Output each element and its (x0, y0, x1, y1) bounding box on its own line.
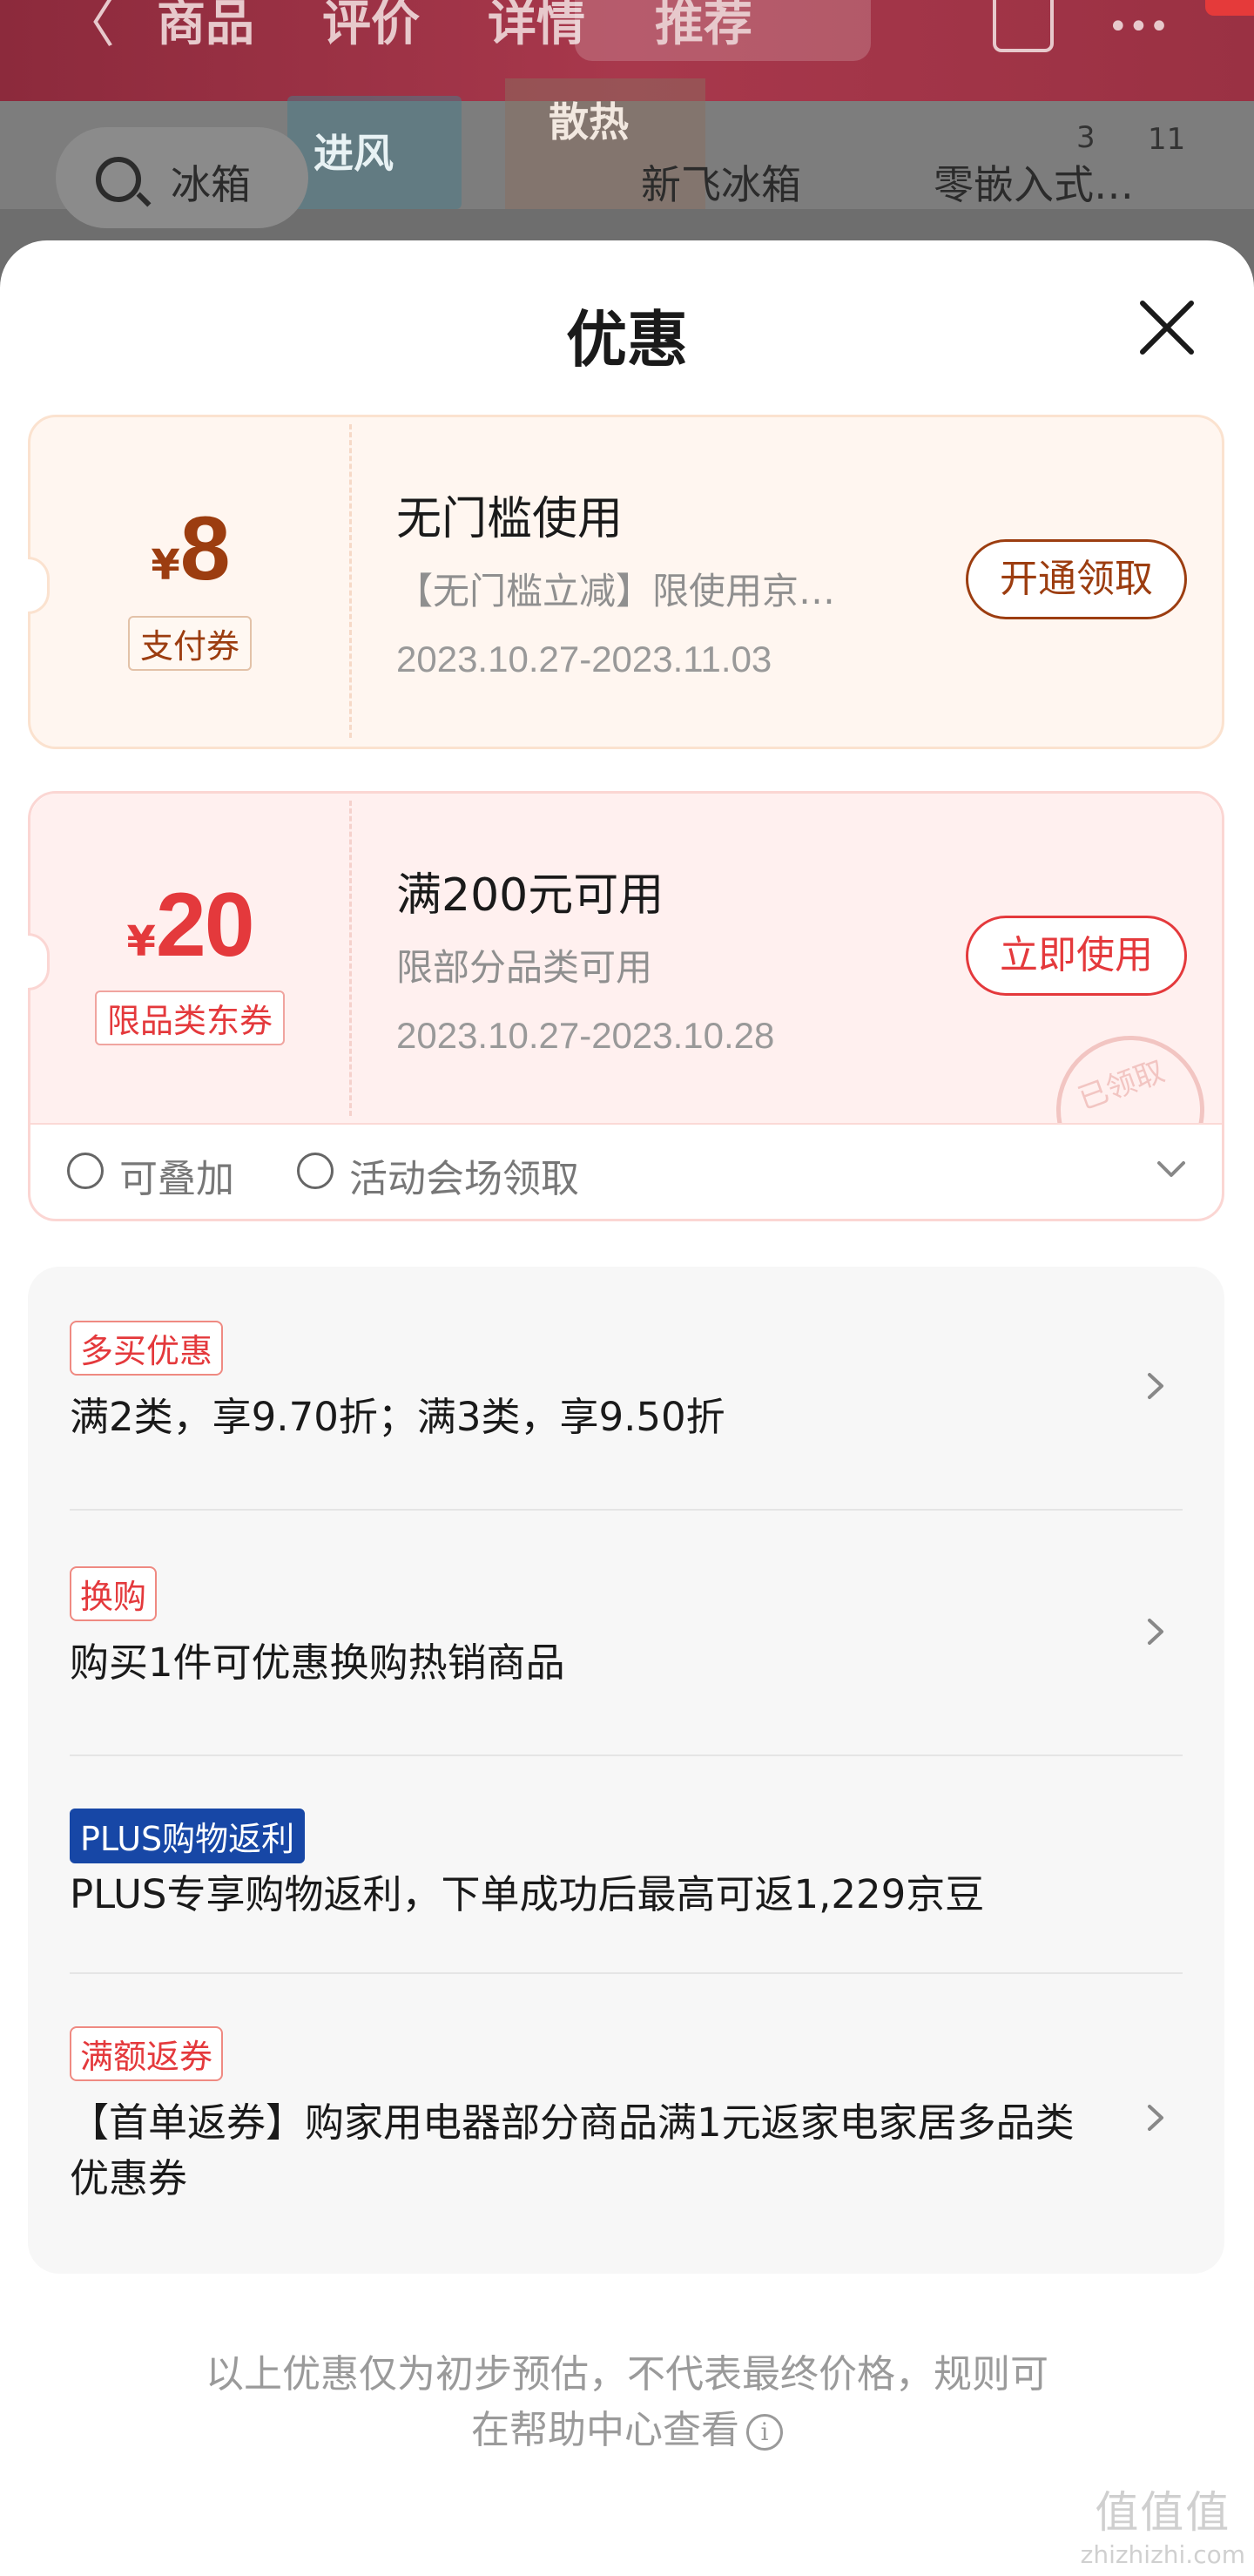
source-label: 活动会场领取 (349, 1157, 579, 1201)
chevron-right-icon[interactable] (1141, 2103, 1170, 2133)
divider (70, 1972, 1183, 1974)
coupon-type-label: 支付券 (127, 616, 252, 671)
promotion-text: PLUS专享购物返利，下单成功后最高可返1,229京豆 (70, 1871, 985, 1917)
search-icon (96, 157, 141, 202)
info-icon[interactable]: i (746, 2414, 783, 2451)
promotion-text: 购买1件可优惠换购热销商品 (70, 1640, 565, 1686)
chevron-right-icon[interactable] (1141, 1371, 1170, 1401)
coupon-value: 8 (179, 498, 231, 599)
coupon-amount: ¥8 (30, 497, 349, 601)
coupon-card: ¥8 支付券 无门槛使用 【无门槛立减】限使用京… 2023.10.27-202… (28, 415, 1224, 749)
coupon-amount: ¥20 (30, 874, 349, 977)
ticket-icon (297, 1153, 334, 1189)
count-badge: 11 (1148, 122, 1186, 157)
search-suggestion[interactable]: 零嵌入式… (934, 153, 1134, 211)
disclaimer-line: 以上优惠仅为初步预估，不代表最终价格，规则可 (206, 2352, 1048, 2397)
promotion-item-plus-rebate: PLUS购物返利 PLUS专享购物返利，下单成功后最高可返1,229京豆 (70, 1809, 1183, 1923)
sheet-title: 优惠 (566, 304, 688, 375)
coupon-desc: 限部分品类可用 (396, 946, 653, 989)
promotion-tag: 多买优惠 (70, 1321, 224, 1376)
promotion-tag: 换购 (70, 1566, 158, 1621)
overlay-text: 进风 (314, 130, 394, 177)
search-suggestion[interactable]: 新飞冰箱 (641, 153, 801, 211)
count-badge: 3 (1076, 120, 1096, 155)
stackable-label: 可叠加 (119, 1157, 234, 1201)
tab-recommend[interactable]: 推荐 (655, 0, 752, 52)
promotion-tag: PLUS购物返利 (70, 1809, 306, 1863)
stackable-icon (67, 1153, 104, 1189)
more-icon[interactable]: ••• (1108, 0, 1170, 49)
overlay-text: 散热 (549, 98, 629, 145)
coupon-type-tag: 限品类东券 (30, 991, 349, 1045)
watermark-logo: 值值值 (1095, 2487, 1231, 2538)
divider (70, 1509, 1183, 1511)
coupon-desc: 【无门槛立减】限使用京… (396, 570, 836, 612)
coupon-meta-row: 可叠加 活动会场领取 (30, 1123, 1222, 1219)
coupon-divider (349, 801, 352, 1116)
claimed-stamp: 已领取 (1049, 1020, 1215, 1123)
coupon-divider (349, 424, 352, 738)
promotion-item-multi-buy[interactable]: 多买优惠 满2类，享9.70折；满3类，享9.50折 (70, 1321, 1183, 1445)
divider (70, 1755, 1183, 1756)
promotion-item-trade-up[interactable]: 换购 购买1件可优惠换购热销商品 (70, 1566, 1183, 1691)
promotions-list: 多买优惠 满2类，享9.70折；满3类，享9.50折 换购 购买1件可优惠换购热… (28, 1267, 1224, 2274)
coupon-date: 2023.10.27-2023.10.28 (396, 1015, 775, 1056)
use-now-button[interactable]: 立即使用 (966, 916, 1187, 996)
promotion-item-coupon-return[interactable]: 满额返券 【首单返券】购家用电器部分商品满1元返家电家居多品类优惠券 (70, 2026, 1183, 2207)
tab-product[interactable]: 商品 (157, 0, 254, 52)
coupon-title: 无门槛使用 (396, 493, 624, 545)
share-icon[interactable] (993, 0, 1054, 52)
currency-symbol: ¥ (126, 917, 156, 966)
discount-sheet: 优惠 ¥8 支付券 无门槛使用 【无门槛立减】限使用京… 2023.10.27-… (0, 240, 1254, 2576)
chevron-down-icon[interactable] (1154, 1156, 1189, 1182)
currency-symbol: ¥ (151, 541, 180, 590)
disclaimer-note: 以上优惠仅为初步预估，不代表最终价格，规则可 在帮助中心查看 i (0, 2347, 1254, 2458)
close-icon[interactable] (1132, 293, 1202, 362)
promotion-text: 【首单返券】购家用电器部分商品满1元返家电家居多品类优惠券 (70, 2099, 1075, 2201)
coupon-title: 满200元可用 (396, 869, 664, 922)
back-icon[interactable]: 〈 (63, 0, 115, 52)
watermark: 值值值 zhizhizhi.com (1081, 2478, 1245, 2569)
coupon-type-tag: 支付券 (30, 616, 349, 671)
disclaimer-line: 在帮助中心查看 (471, 2408, 739, 2452)
tab-details[interactable]: 详情 (488, 0, 585, 52)
coupon-date: 2023.10.27-2023.11.03 (396, 639, 772, 679)
promotion-tag: 满额返券 (70, 2026, 224, 2081)
cart-badge (1205, 0, 1254, 16)
claimed-stamp-text: 已领取 (1049, 1020, 1215, 1123)
chevron-right-icon[interactable] (1141, 1617, 1170, 1646)
search-text: 冰箱 (171, 161, 251, 208)
coupon-type-label: 限品类东券 (94, 991, 285, 1045)
activate-claim-button[interactable]: 开通领取 (966, 539, 1187, 619)
watermark-url: zhizhizhi.com (1080, 2540, 1245, 2569)
promotion-text: 满2类，享9.70折；满3类，享9.50折 (70, 1394, 725, 1440)
coupon-card: ¥20 限品类东券 满200元可用 限部分品类可用 2023.10.27-202… (28, 791, 1224, 1221)
coupon-value: 20 (155, 875, 255, 976)
tab-reviews[interactable]: 评价 (322, 0, 420, 52)
